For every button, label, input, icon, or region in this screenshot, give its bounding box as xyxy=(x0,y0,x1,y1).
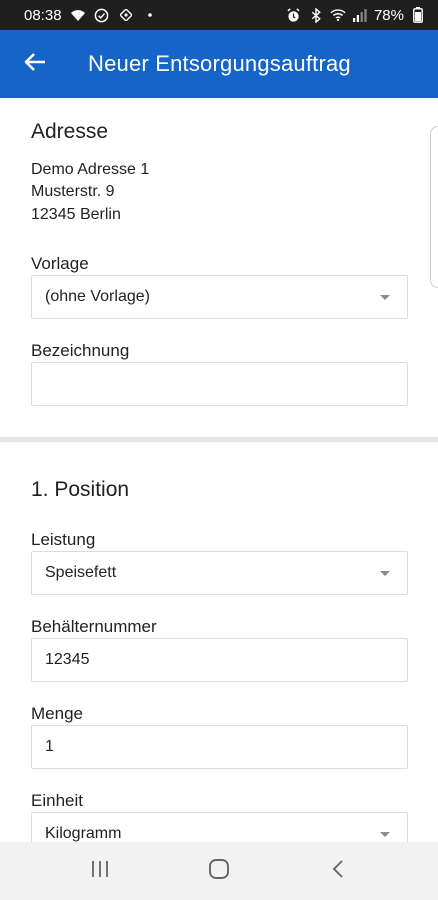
alarm-icon xyxy=(286,7,302,23)
vorlage-value: (ohne Vorlage) xyxy=(45,288,150,305)
dropdown-caret-icon xyxy=(380,295,390,300)
dropdown-caret-icon xyxy=(380,832,390,837)
address-line-3: 12345 Berlin xyxy=(31,206,121,223)
vorlage-select[interactable]: (ohne Vorlage) xyxy=(31,275,408,319)
section-divider xyxy=(0,437,438,442)
app-bar: Neuer Entsorgungsauftrag xyxy=(0,30,438,98)
bezeichnung-input[interactable] xyxy=(31,362,408,406)
behaelternummer-label: Behälternummer xyxy=(31,617,157,636)
status-bar-right: 78% xyxy=(286,7,426,24)
einheit-label: Einheit xyxy=(31,791,83,810)
status-time: 08:38 xyxy=(24,6,62,24)
cell-signal-icon xyxy=(352,7,368,23)
check-circle-icon xyxy=(94,7,110,23)
menge-label: Menge xyxy=(31,704,83,723)
address-section-title: Adresse xyxy=(31,120,109,143)
form-content[interactable]: Adresse Demo Adresse 1 Musterstr. 9 1234… xyxy=(0,98,438,842)
address-line-2: Musterstr. 9 xyxy=(31,183,115,200)
system-nav-bar xyxy=(0,842,438,900)
location-icon xyxy=(118,7,134,23)
status-bar-left: 08:38 xyxy=(24,7,158,24)
back-icon xyxy=(331,859,345,884)
arrow-left-icon xyxy=(24,52,46,77)
status-bar: 08:38 78% xyxy=(0,0,438,30)
bezeichnung-label: Bezeichnung xyxy=(31,341,130,360)
behaelternummer-input[interactable]: 12345 xyxy=(31,638,408,682)
wifi-signal-icon xyxy=(330,7,346,23)
home-icon xyxy=(208,858,230,885)
behaelternummer-value: 12345 xyxy=(45,651,90,668)
battery-percent: 78% xyxy=(373,6,404,24)
recent-apps-icon xyxy=(90,860,110,883)
page-title: Neuer Entsorgungsauftrag xyxy=(88,51,351,76)
leistung-label: Leistung xyxy=(31,530,96,549)
vorlage-label: Vorlage xyxy=(31,254,89,273)
address-line-1: Demo Adresse 1 xyxy=(31,161,150,178)
position-section-title: 1. Position xyxy=(31,478,130,501)
einheit-value: Kilogramm xyxy=(45,825,122,842)
scroll-indicator[interactable] xyxy=(430,126,438,288)
menge-value: 1 xyxy=(45,738,54,755)
dropdown-caret-icon xyxy=(380,571,390,576)
leistung-select[interactable]: Speisefett xyxy=(31,551,408,595)
leistung-value: Speisefett xyxy=(45,564,117,581)
einheit-select[interactable]: Kilogramm xyxy=(31,812,408,842)
home-button[interactable] xyxy=(189,842,249,900)
menge-input[interactable]: 1 xyxy=(31,725,408,769)
system-back-button[interactable] xyxy=(308,842,368,900)
dot-icon xyxy=(142,7,158,23)
battery-icon xyxy=(410,7,426,23)
back-button[interactable] xyxy=(0,30,70,98)
recent-apps-button[interactable] xyxy=(70,842,130,900)
wifi-icon xyxy=(70,7,86,23)
bluetooth-icon xyxy=(308,7,324,23)
